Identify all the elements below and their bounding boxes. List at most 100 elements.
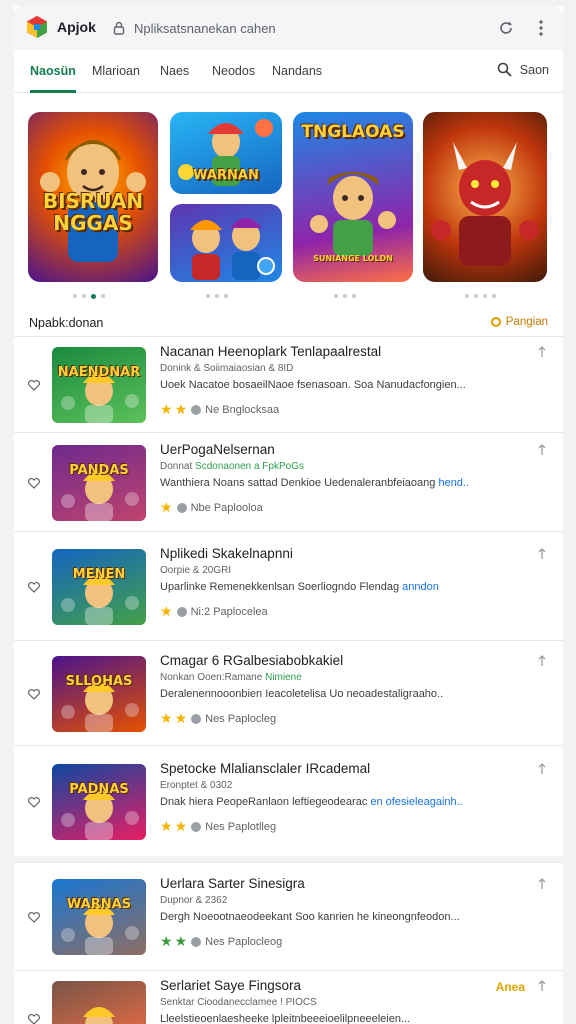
app-thumbnail-art xyxy=(61,682,139,732)
status-dot-icon xyxy=(191,404,202,415)
tab-naosun[interactable]: Naosün xyxy=(30,64,76,78)
app-list-item[interactable]: SLLOHAS Cmagar 6 RGalbesiabobkakiel Nonka… xyxy=(14,640,563,745)
app-tag: Bnglocksaa xyxy=(222,403,280,416)
tab-search-button[interactable]: Saon xyxy=(497,62,549,77)
app-title[interactable]: Cmagar 6 RGalbesiabobkakiel xyxy=(160,653,343,668)
app-list-item[interactable]: NAENDNAR Nacanan Heenoplark Tenlapaalres… xyxy=(14,336,563,432)
app-tag: Paplooloa xyxy=(213,501,263,514)
app-title[interactable]: Serlariet Saye Fingsora xyxy=(160,978,301,993)
star-icon: ★ xyxy=(174,401,188,417)
app-description: Deralenennooonbien Ieacoletelisa Uo neoa… xyxy=(160,688,443,700)
star-icon: ★ xyxy=(160,603,173,619)
app-rating: ★ ★ Nes Paplotlleg xyxy=(160,818,276,835)
rank-arrow-icon[interactable] xyxy=(537,878,547,890)
rank-arrow-icon[interactable] xyxy=(537,548,547,560)
app-title[interactable]: UerPogaNelsernan xyxy=(160,442,275,457)
app-description-text: Lleelstieoenlaesheeke lpleitnbeeeioelilp… xyxy=(160,1013,411,1024)
app-thumbnail[interactable]: PADNAS xyxy=(52,764,146,840)
app-description-text: Dergh Noeootnaeodeekant Soo kanrien he k… xyxy=(160,911,460,923)
tab-neodos[interactable]: Neodos xyxy=(212,64,255,78)
refresh-icon[interactable] xyxy=(497,19,515,37)
app-logo-icon[interactable] xyxy=(25,15,49,39)
app-description-accent[interactable]: hend.. xyxy=(438,477,469,489)
app-meta-accent: Nimiene xyxy=(265,672,302,683)
app-tag: Paplocleog xyxy=(227,935,283,948)
app-tag: Paplotlleg xyxy=(227,820,277,833)
app-meta-accent: Scdonaonen a FpkPoGs xyxy=(195,461,304,472)
app-rating: ★ Nbe Paplooloa xyxy=(160,499,263,516)
heart-icon[interactable] xyxy=(27,687,41,701)
app-description-accent[interactable]: anndon xyxy=(402,581,439,593)
app-thumbnail-art xyxy=(61,905,139,955)
app-list-item[interactable]: WARNAS Uerlara Sarter Sinesigra Dupnor & … xyxy=(14,862,563,970)
star-icon: ★ xyxy=(160,499,173,515)
app-list-item[interactable]: PANDAS UerPogaNelsernan Donnat Scdonaonen… xyxy=(14,432,563,531)
banner-card-5[interactable] xyxy=(423,112,547,282)
app-meta-text: Donnat xyxy=(160,461,193,472)
top-bar: Apjok xyxy=(14,6,563,50)
app-thumbnail[interactable]: NAENDNAR xyxy=(52,347,146,423)
app-thumbnail-art xyxy=(61,373,139,423)
app-description-accent[interactable]: en ofesieleagainh.. xyxy=(370,796,462,808)
app-thumbnail[interactable]: PANDAS xyxy=(52,445,146,521)
app-list-item[interactable]: PADNAS Spetocke Mlaliansclaler IRcademal… xyxy=(14,745,563,856)
tab-nandans[interactable]: Nandans xyxy=(272,64,322,78)
app-title[interactable]: Nacanan Heenoplark Tenlapaalrestal xyxy=(160,344,381,359)
search-input[interactable] xyxy=(134,20,454,36)
banner-card-4[interactable]: TNGLAOAS SUNIANGE LOLDN xyxy=(293,112,413,282)
app-name: Apjok xyxy=(57,19,96,35)
heart-icon[interactable] xyxy=(27,795,41,809)
app-thumbnail[interactable] xyxy=(52,981,146,1024)
star-icon: ★ xyxy=(160,710,173,726)
app-title[interactable]: Nplikedi Skakelnapnni xyxy=(160,546,293,561)
tab-naes[interactable]: Naes xyxy=(160,64,189,78)
app-meta: Senktar Cioodanecclamee ! PIOCS xyxy=(160,997,317,1008)
banner-card-3[interactable] xyxy=(170,204,282,282)
app-meta: Eronptet & 0302 xyxy=(160,780,232,791)
app-thumbnail[interactable]: WARNAS xyxy=(52,879,146,955)
app-title[interactable]: Spetocke Mlaliansclaler IRcademal xyxy=(160,761,370,776)
status-dot-icon xyxy=(191,936,202,947)
rank-arrow-icon[interactable] xyxy=(537,444,547,456)
app-thumbnail-title: SLLOHAS xyxy=(65,674,133,689)
app-rating: ★ ★ Ne Bnglocksaa xyxy=(160,401,279,418)
star-icon: ★ xyxy=(174,818,188,834)
rank-arrow-icon[interactable] xyxy=(537,763,547,775)
heart-icon[interactable] xyxy=(27,378,41,392)
app-title[interactable]: Uerlara Sarter Sinesigra xyxy=(160,876,305,891)
banner-2-title: WARNAN xyxy=(193,168,259,183)
banner-card-1[interactable]: BISRUAN NGGAS xyxy=(28,112,158,282)
heart-icon[interactable] xyxy=(27,580,41,594)
app-thumbnail[interactable]: MENEN xyxy=(52,549,146,625)
carousel-dots-2 xyxy=(206,294,228,298)
app-description-text: Wanthiera Noans sattad Denkioe Uedenaler… xyxy=(160,477,436,489)
star-icon: ★ xyxy=(174,710,188,726)
more-vert-icon[interactable] xyxy=(533,18,549,38)
rank-arrow-icon[interactable] xyxy=(537,346,547,358)
app-thumbnail[interactable]: SLLOHAS xyxy=(52,656,146,732)
section-link[interactable]: Pangian xyxy=(490,316,548,328)
app-description-text: Uoek Nacatoe bosaeilNaoe fsenasoan. Soa … xyxy=(160,379,466,391)
address-bar[interactable] xyxy=(112,18,472,38)
app-thumbnail-art xyxy=(61,471,139,521)
heart-icon[interactable] xyxy=(27,1012,41,1024)
heart-icon[interactable] xyxy=(27,910,41,924)
status-dot-icon xyxy=(191,821,202,832)
tab-mlarioan[interactable]: Mlarioan xyxy=(92,64,140,78)
app-description: Wanthiera Noans sattad Denkioe Uedenaler… xyxy=(160,477,469,489)
status-dot-icon xyxy=(176,502,187,513)
heart-icon[interactable] xyxy=(27,476,41,490)
section-link-label: Pangian xyxy=(505,316,548,328)
banner-card-2[interactable]: WARNAN xyxy=(170,112,282,194)
rank-arrow-icon[interactable] xyxy=(537,980,547,992)
app-thumbnail-title: NAENDNAR xyxy=(57,365,141,380)
app-rating-value: Ne xyxy=(205,403,220,416)
app-thumbnail-title: PANDAS xyxy=(69,463,129,478)
app-list-item[interactable]: Serlariet Saye Fingsora Senktar Cioodanec… xyxy=(14,970,563,1024)
rank-arrow-icon[interactable] xyxy=(537,655,547,667)
app-meta: Oorpie & 20GRI xyxy=(160,565,231,576)
app-thumbnail-title: WARNAS xyxy=(66,897,132,912)
app-list-item[interactable]: MENEN Nplikedi Skakelnapnni Oorpie & 20GR… xyxy=(14,531,563,640)
app-meta: Nonkan Ooen:Ramane Nimiene xyxy=(160,672,302,683)
app-meta: Dupnor & 2362 xyxy=(160,895,227,906)
